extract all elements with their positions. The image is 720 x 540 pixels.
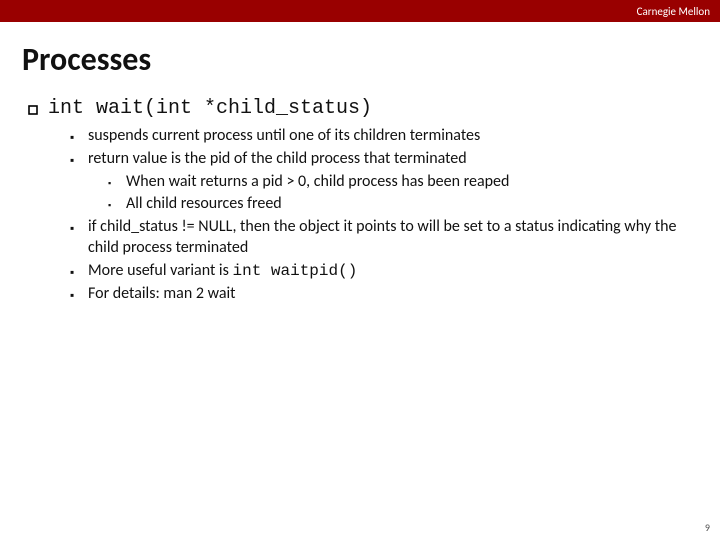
square-bullet-icon: ▪ (70, 265, 88, 281)
bullet-text-pre: More useful variant is (88, 261, 232, 280)
list-item: ▪ return value is the pid of the child p… (70, 149, 692, 170)
list-item: ▪ All child resources freed (108, 194, 692, 215)
slide-title: Processes (22, 40, 720, 79)
function-signature: int wait(int *child_status) (48, 97, 372, 120)
content-area: int wait(int *child_status) ▪ suspends c… (28, 97, 692, 304)
list-item: ▪ When wait returns a pid > 0, child pro… (108, 172, 692, 193)
square-bullet-icon: ▪ (108, 200, 126, 212)
list-item: ▪ if child_status != NULL, then the obje… (70, 217, 692, 259)
hollow-square-bullet-icon (28, 102, 48, 118)
list-item: ▪ suspends current process until one of … (70, 126, 692, 147)
list-item: ▪ For details: man 2 wait (70, 284, 692, 305)
bullet-text: suspends current process until one of it… (88, 126, 480, 147)
square-bullet-icon: ▪ (70, 221, 88, 237)
square-bullet-icon: ▪ (70, 153, 88, 169)
bullet-text: When wait returns a pid > 0, child proce… (126, 172, 509, 193)
header-bar: Carnegie Mellon (0, 0, 720, 22)
bullet-list: ▪ suspends current process until one of … (70, 126, 692, 304)
bullet-text: return value is the pid of the child pro… (88, 149, 467, 170)
bullet-text: if child_status != NULL, then the object… (88, 217, 692, 259)
square-bullet-icon: ▪ (70, 130, 88, 146)
signature-line: int wait(int *child_status) (28, 97, 692, 120)
bullet-text: More useful variant is int waitpid() (88, 261, 357, 282)
square-bullet-icon: ▪ (108, 178, 126, 190)
bullet-text: All child resources freed (126, 194, 282, 215)
inline-code: int waitpid() (232, 262, 357, 280)
bullet-text: For details: man 2 wait (88, 284, 236, 305)
square-bullet-icon: ▪ (70, 288, 88, 304)
page-number: 9 (705, 521, 710, 534)
sub-list: ▪ When wait returns a pid > 0, child pro… (108, 172, 692, 216)
list-item: ▪ More useful variant is int waitpid() (70, 261, 692, 282)
header-org: Carnegie Mellon (637, 5, 710, 18)
